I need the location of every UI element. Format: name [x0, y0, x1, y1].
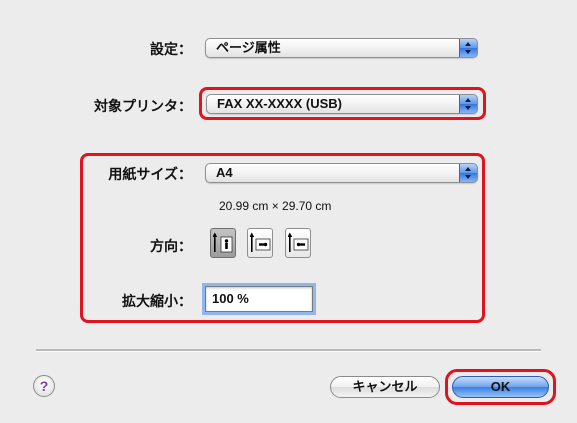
- portrait-orientation-icon: [213, 232, 233, 253]
- cancel-button[interactable]: キャンセル: [330, 376, 440, 398]
- separator: [36, 349, 541, 352]
- printer-label: 対象プリンタ：: [94, 98, 192, 114]
- help-icon: ?: [39, 378, 49, 394]
- orientation-landscape-left-button[interactable]: [247, 228, 273, 258]
- settings-popup[interactable]: ページ属性: [205, 38, 478, 58]
- scale-input[interactable]: 100 %: [205, 286, 313, 312]
- settings-label: 設定：: [150, 41, 192, 57]
- paper-dimensions: 20.99 cm × 29.70 cm: [219, 199, 332, 213]
- scale-value: 100 %: [212, 291, 249, 306]
- ok-label: OK: [490, 379, 511, 394]
- cancel-label: キャンセル: [352, 379, 418, 394]
- landscape-right-icon: [288, 232, 309, 252]
- paper-size-label: 用紙サイズ：: [108, 166, 192, 182]
- popup-arrows-icon: [459, 164, 477, 182]
- popup-arrows-icon: [459, 95, 477, 113]
- popup-arrows-icon: [459, 39, 477, 57]
- settings-value: ページ属性: [216, 40, 281, 55]
- printer-popup[interactable]: FAX XX-XXXX (USB): [206, 94, 478, 114]
- ok-button[interactable]: OK: [452, 376, 549, 398]
- scale-label: 拡大縮小：: [122, 293, 192, 309]
- paper-size-popup[interactable]: A4: [205, 163, 478, 183]
- printer-value: FAX XX-XXXX (USB): [217, 96, 342, 111]
- orientation-label: 方向：: [150, 238, 192, 254]
- orientation-landscape-right-button[interactable]: [285, 228, 311, 258]
- orientation-portrait-button[interactable]: [210, 228, 236, 258]
- help-button[interactable]: ?: [33, 375, 55, 397]
- paper-size-value: A4: [216, 165, 233, 180]
- landscape-left-icon: [250, 232, 271, 252]
